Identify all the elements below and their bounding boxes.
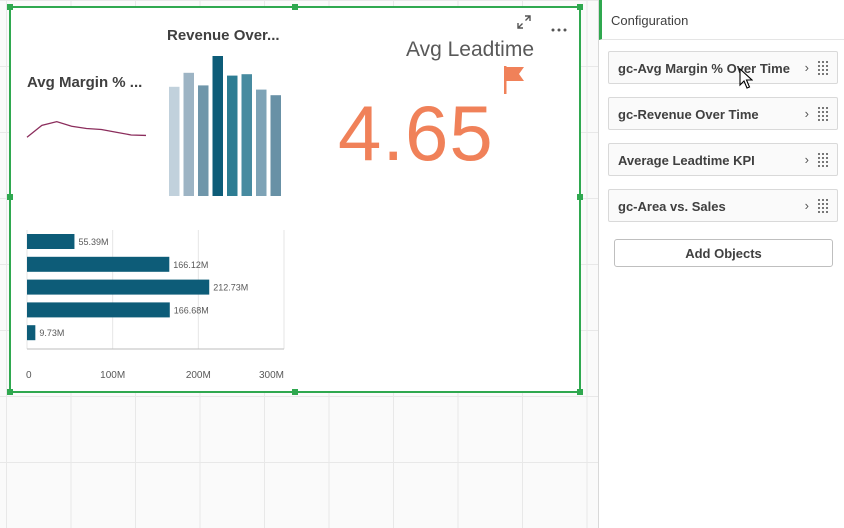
- resize-handle[interactable]: [577, 194, 583, 200]
- sales-bar: [27, 302, 170, 318]
- properties-panel: Configuration gc-Avg Margin % Over Time …: [598, 0, 844, 528]
- area-vs-sales-chart[interactable]: 55.39M 166.12M 212.73M 166.68M 9.73M 0 100M 200…: [21, 228, 291, 383]
- panel-header: Configuration: [599, 0, 844, 40]
- sheet-canvas: Avg Margin % ... Revenue Over... Avg Lea…: [0, 0, 598, 528]
- resize-handle[interactable]: [7, 194, 13, 200]
- x-tick-label: 200M: [186, 370, 211, 381]
- resize-handle[interactable]: [7, 389, 13, 395]
- avg-margin-title: Avg Margin % ...: [27, 74, 143, 91]
- chevron-right-icon[interactable]: ›: [805, 106, 809, 121]
- flag-icon: [502, 64, 528, 96]
- revenue-title: Revenue Over...: [167, 27, 280, 44]
- bar-data-label: 212.73M: [213, 283, 248, 293]
- chevron-right-icon[interactable]: ›: [805, 60, 809, 75]
- object-label: Average Leadtime KPI: [618, 153, 755, 168]
- bar-data-label: 9.73M: [39, 328, 64, 338]
- x-tick-label: 0: [26, 370, 32, 381]
- drag-handle-icon[interactable]: [818, 199, 830, 213]
- bar-data-label: 166.68M: [174, 305, 209, 315]
- revenue-bar: [183, 72, 194, 196]
- avg-margin-chart[interactable]: [25, 98, 150, 158]
- revenue-bar: [241, 74, 252, 196]
- sales-bar: [27, 256, 170, 272]
- object-row-area-vs-sales[interactable]: gc-Area vs. Sales ›: [608, 189, 838, 222]
- revenue-bar: [227, 75, 238, 196]
- more-icon[interactable]: [551, 20, 567, 32]
- resize-handle[interactable]: [292, 389, 298, 395]
- resize-handle[interactable]: [577, 4, 583, 10]
- revenue-chart[interactable]: [167, 54, 287, 196]
- chevron-right-icon[interactable]: ›: [805, 198, 809, 213]
- revenue-bar: [256, 89, 267, 196]
- sales-bar: [27, 234, 75, 249]
- revenue-bar: [198, 85, 209, 196]
- sales-bar: [27, 279, 210, 295]
- x-tick-label: 300M: [259, 370, 284, 381]
- x-tick-label: 100M: [100, 370, 125, 381]
- object-label: gc-Avg Margin % Over Time: [618, 61, 790, 76]
- revenue-bar: [169, 86, 180, 196]
- add-objects-button[interactable]: Add Objects: [614, 239, 833, 267]
- resize-handle[interactable]: [577, 389, 583, 395]
- drag-handle-icon[interactable]: [818, 61, 830, 75]
- expand-icon[interactable]: [516, 14, 532, 30]
- bar-data-label: 166.12M: [173, 260, 208, 270]
- drag-handle-icon[interactable]: [818, 107, 830, 121]
- resize-handle[interactable]: [7, 4, 13, 10]
- sales-bar: [27, 325, 36, 341]
- object-label: gc-Area vs. Sales: [618, 199, 726, 214]
- layout-container[interactable]: Avg Margin % ... Revenue Over... Avg Lea…: [7, 4, 583, 395]
- object-row-leadtime-kpi[interactable]: Average Leadtime KPI ›: [608, 143, 838, 176]
- chevron-right-icon[interactable]: ›: [805, 152, 809, 167]
- resize-handle[interactable]: [292, 4, 298, 10]
- revenue-bar: [212, 56, 223, 196]
- kpi-value: 4.65: [338, 89, 494, 177]
- margin-series-line: [26, 120, 147, 138]
- revenue-bar: [270, 95, 281, 196]
- cursor-icon: [739, 67, 754, 90]
- drag-handle-icon[interactable]: [818, 153, 830, 167]
- bar-data-label: 55.39M: [78, 237, 108, 247]
- object-row-avg-margin[interactable]: gc-Avg Margin % Over Time ›: [608, 51, 838, 84]
- object-label: gc-Revenue Over Time: [618, 107, 759, 122]
- kpi-title: Avg Leadtime: [405, 38, 535, 61]
- object-row-revenue[interactable]: gc-Revenue Over Time ›: [608, 97, 838, 130]
